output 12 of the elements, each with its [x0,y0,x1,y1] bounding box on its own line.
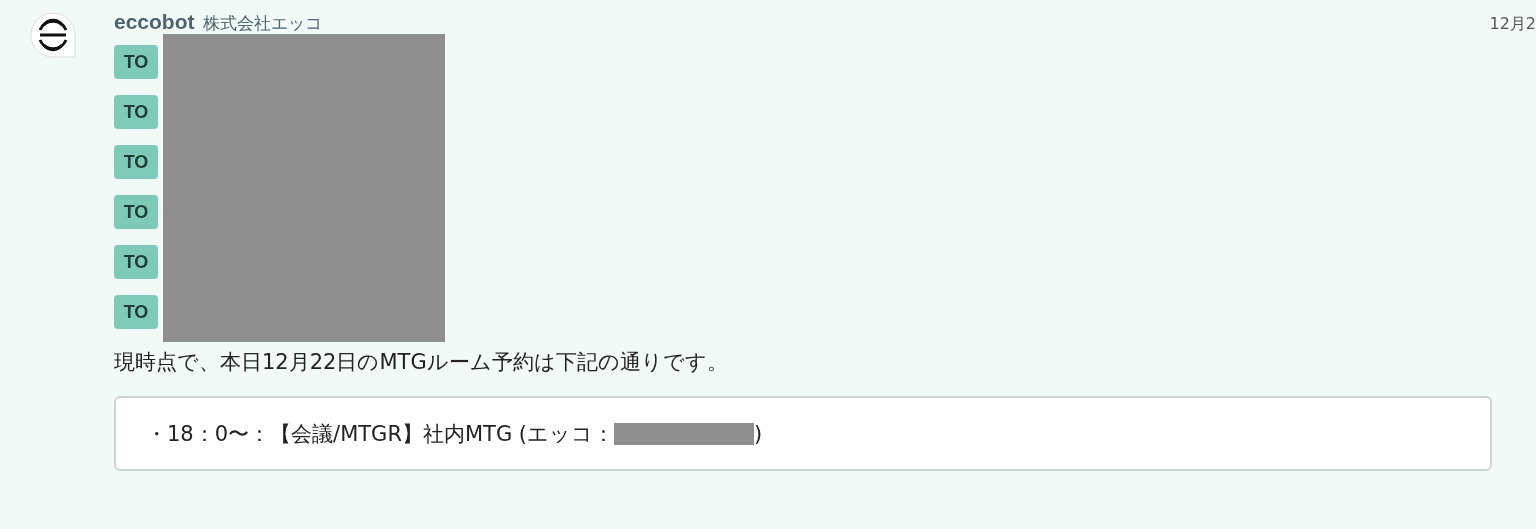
to-badge: TO [114,145,158,179]
to-badge: TO [114,295,158,329]
quote-text: ) [754,421,763,446]
sender-name[interactable]: eccobot [114,10,195,34]
to-badge: TO [114,195,158,229]
to-badge: TO [114,245,158,279]
company-name: 株式会社エッコ [202,12,322,35]
quote-text: ・18：0〜：【会議/MTGR】社内MTG (エッコ： [146,420,615,448]
to-badge: TO [114,45,158,79]
message-text: 現時点で、本日12月22日のMTGルーム予約は下記の通りです。 [114,349,729,376]
timestamp: 12月2 [1489,14,1536,35]
to-badge: TO [114,95,158,129]
